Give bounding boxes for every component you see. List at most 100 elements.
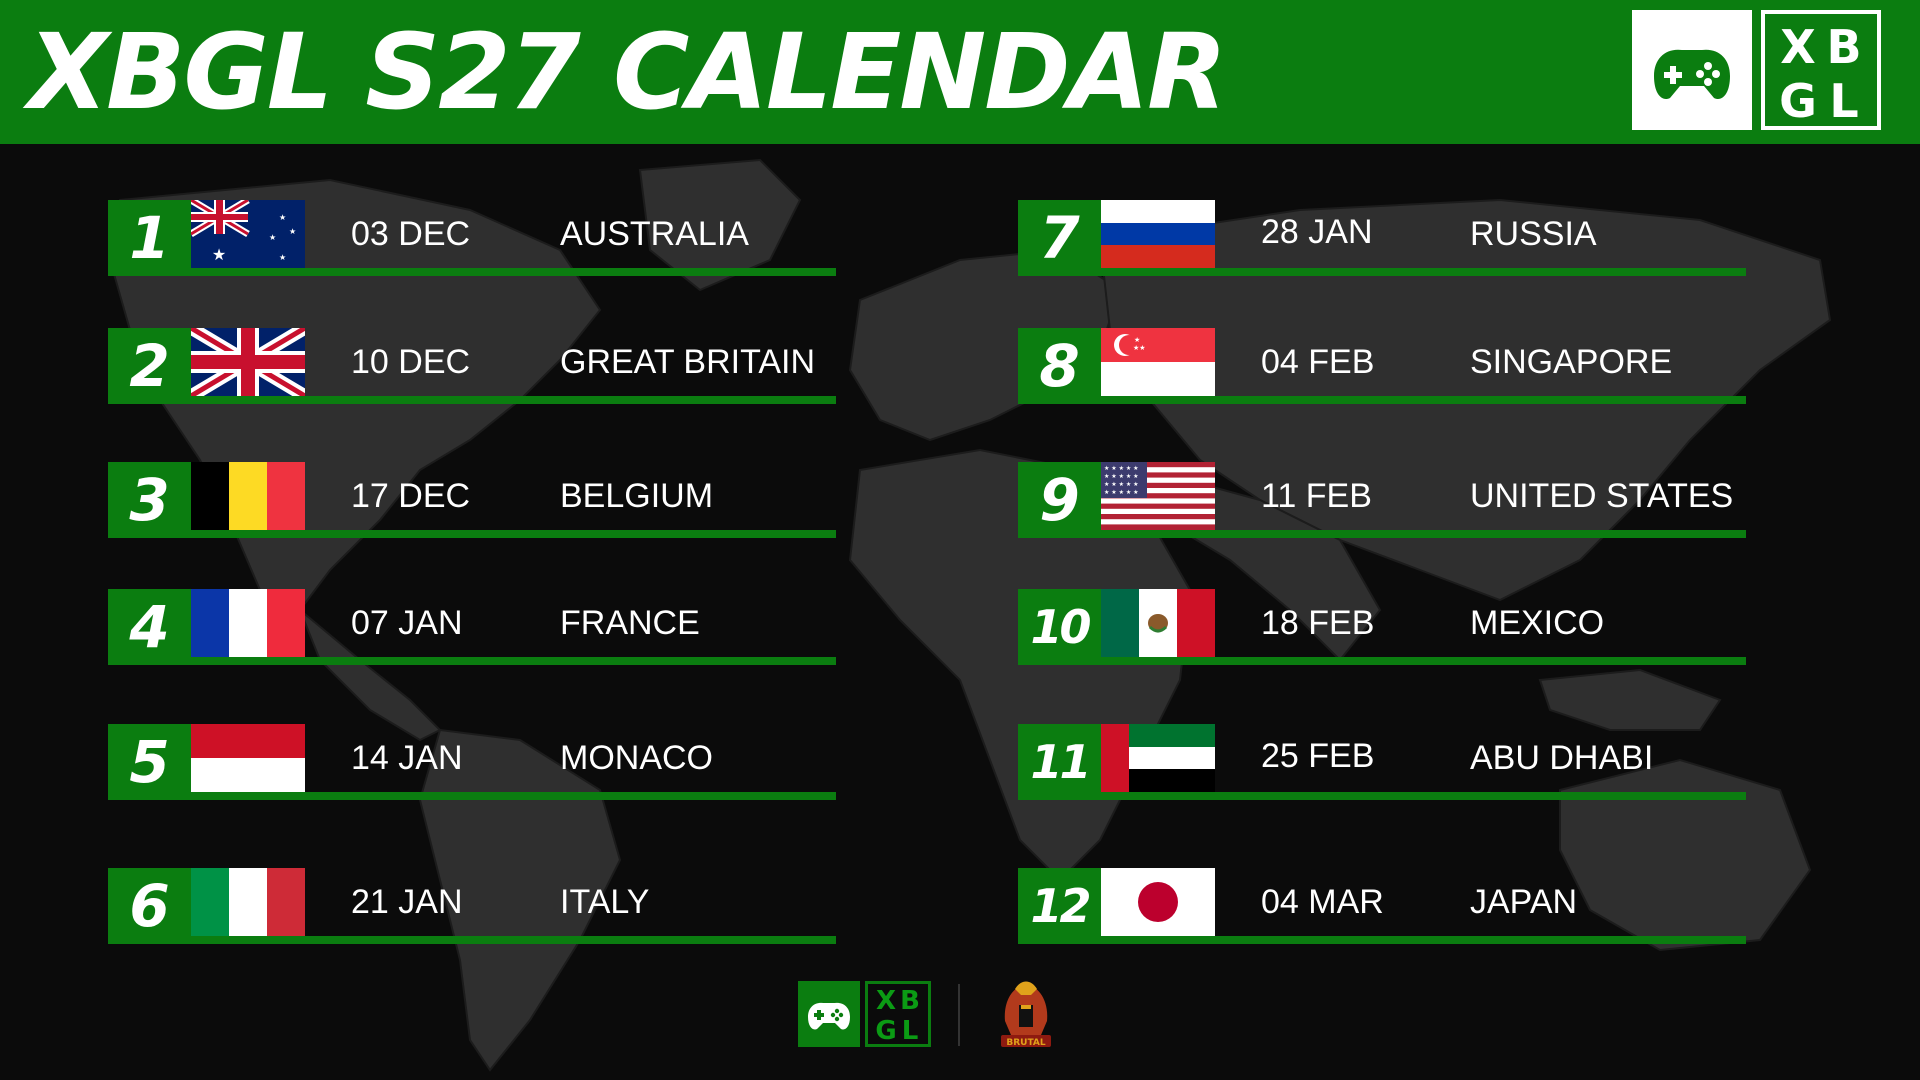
race-country: AUSTRALIA xyxy=(560,215,749,253)
race-date: 21 JAN xyxy=(351,883,463,921)
svg-text:★: ★ xyxy=(212,245,226,264)
race-row: 12 04 MAR JAPAN xyxy=(1018,868,1746,944)
race-date: 07 JAN xyxy=(351,604,463,642)
race-number: 6 xyxy=(129,872,170,940)
race-row: 3 17 DEC BELGIUM xyxy=(108,462,836,538)
race-row: 4 07 JAN FRANCE xyxy=(108,589,836,665)
race-date: 25 FEB xyxy=(1261,737,1375,775)
logo-letter: X xyxy=(1780,20,1816,74)
race-number: 9 xyxy=(1039,466,1080,534)
australia-flag: ★ ★ ★ ★ ★ xyxy=(191,200,305,268)
logo-letter: X xyxy=(875,986,897,1016)
row-underline xyxy=(1018,657,1746,665)
page-title: XBGL S27 CALENDAR xyxy=(28,11,1227,133)
footer-divider xyxy=(958,984,960,1046)
race-number: 8 xyxy=(1039,332,1080,400)
logo-letter: L xyxy=(901,1016,919,1046)
race-country: SINGAPORE xyxy=(1470,343,1673,381)
race-row: 2 10 DEC GREAT BRITAIN xyxy=(108,328,836,404)
race-row: 8 ★★ ★ 04 FEB SINGAPORE xyxy=(1018,328,1746,404)
logo-letter: B xyxy=(1826,20,1862,74)
svg-text:★ ★ ★ ★ ★: ★ ★ ★ ★ ★ xyxy=(1104,465,1139,472)
race-country: UNITED STATES xyxy=(1470,477,1734,515)
race-country: MONACO xyxy=(560,739,713,777)
xbgl-logo-small: X B G L xyxy=(865,981,931,1047)
logo-letter: B xyxy=(900,986,920,1016)
race-country: ABU DHABI xyxy=(1470,739,1654,777)
row-underline xyxy=(1018,530,1746,538)
race-date: 04 MAR xyxy=(1261,883,1384,921)
race-row: 10 18 FEB MEXICO xyxy=(1018,589,1746,665)
france-flag xyxy=(191,589,305,657)
race-date: 14 JAN xyxy=(351,739,463,777)
game-controller-icon xyxy=(798,981,860,1047)
svg-text:BRUTAL: BRUTAL xyxy=(1006,1038,1046,1048)
race-country: FRANCE xyxy=(560,604,700,642)
race-row: 11 25 FEB ABU DHABI xyxy=(1018,724,1746,800)
header-bar: XBGL S27 CALENDAR X B G L xyxy=(0,0,1920,144)
race-country: BELGIUM xyxy=(560,477,714,515)
race-date: 03 DEC xyxy=(351,215,471,253)
race-date: 17 DEC xyxy=(351,477,471,515)
race-number: 3 xyxy=(129,466,170,534)
united-states-flag: ★ ★ ★ ★ ★ ★ ★ ★ ★ ★ ★ ★ ★ ★ ★ ★ ★ ★ ★ ★ xyxy=(1101,462,1215,530)
race-date: 18 FEB xyxy=(1261,604,1375,642)
japan-flag xyxy=(1101,868,1215,936)
mexico-flag xyxy=(1101,589,1215,657)
race-number: 12 xyxy=(1030,879,1091,933)
race-country: MEXICO xyxy=(1470,604,1605,642)
race-row: 1 ★ ★ ★ ★ ★ 03 DEC AUSTRALIA xyxy=(108,200,836,276)
russia-flag xyxy=(1101,200,1215,268)
row-underline xyxy=(108,268,836,276)
svg-text:★ ★ ★ ★ ★: ★ ★ ★ ★ ★ xyxy=(1104,489,1139,496)
row-underline xyxy=(1018,396,1746,404)
row-underline xyxy=(108,936,836,944)
row-underline xyxy=(1018,936,1746,944)
row-underline xyxy=(1018,792,1746,800)
race-country: GREAT BRITAIN xyxy=(560,343,816,381)
italy-flag xyxy=(191,868,305,936)
race-number: 4 xyxy=(129,593,170,661)
row-underline xyxy=(108,396,836,404)
logo-letter: L xyxy=(1829,74,1859,128)
race-number: 10 xyxy=(1030,600,1091,654)
race-country: JAPAN xyxy=(1470,883,1578,921)
svg-text:★★: ★★ xyxy=(1133,344,1146,352)
svg-text:★: ★ xyxy=(269,233,276,242)
race-date: 11 FEB xyxy=(1261,477,1372,515)
race-country: ITALY xyxy=(560,883,650,921)
race-number: 2 xyxy=(129,332,170,400)
svg-text:★ ★ ★ ★ ★: ★ ★ ★ ★ ★ xyxy=(1104,473,1139,480)
svg-text:★ ★ ★ ★ ★: ★ ★ ★ ★ ★ xyxy=(1104,481,1139,488)
race-row: 9 ★ ★ ★ ★ ★ ★ ★ ★ ★ ★ ★ ★ ★ ★ ★ ★ ★ ★ ★ … xyxy=(1018,462,1746,538)
row-underline xyxy=(1018,268,1746,276)
logo-letter: G xyxy=(875,1016,897,1046)
great-britain-flag xyxy=(191,328,305,396)
race-date: 10 DEC xyxy=(351,343,471,381)
uae-flag xyxy=(1101,724,1215,792)
race-number: 5 xyxy=(129,728,170,796)
race-date: 04 FEB xyxy=(1261,343,1375,381)
race-number: 7 xyxy=(1039,204,1080,272)
race-number: 1 xyxy=(129,204,170,272)
brutal-spartan-helmet-logo: BRUTAL xyxy=(985,975,1067,1057)
svg-text:★: ★ xyxy=(1134,336,1140,344)
row-underline xyxy=(108,530,836,538)
game-controller-icon xyxy=(1632,10,1752,130)
race-row: 5 14 JAN MONACO xyxy=(108,724,836,800)
race-number: 11 xyxy=(1030,735,1091,789)
race-row: 7 28 JAN RUSSIA xyxy=(1018,200,1746,276)
race-country: RUSSIA xyxy=(1470,215,1597,253)
row-underline xyxy=(108,792,836,800)
race-date: 28 JAN xyxy=(1261,213,1373,251)
logo-letter: G xyxy=(1779,74,1817,128)
monaco-flag xyxy=(191,724,305,792)
svg-text:★: ★ xyxy=(279,253,286,262)
xbgl-logo: X B G L xyxy=(1761,10,1881,130)
belgium-flag xyxy=(191,462,305,530)
svg-text:★: ★ xyxy=(279,213,286,222)
singapore-flag: ★★ ★ xyxy=(1101,328,1215,396)
svg-text:★: ★ xyxy=(289,227,296,236)
row-underline xyxy=(108,657,836,665)
race-row: 6 21 JAN ITALY xyxy=(108,868,836,944)
